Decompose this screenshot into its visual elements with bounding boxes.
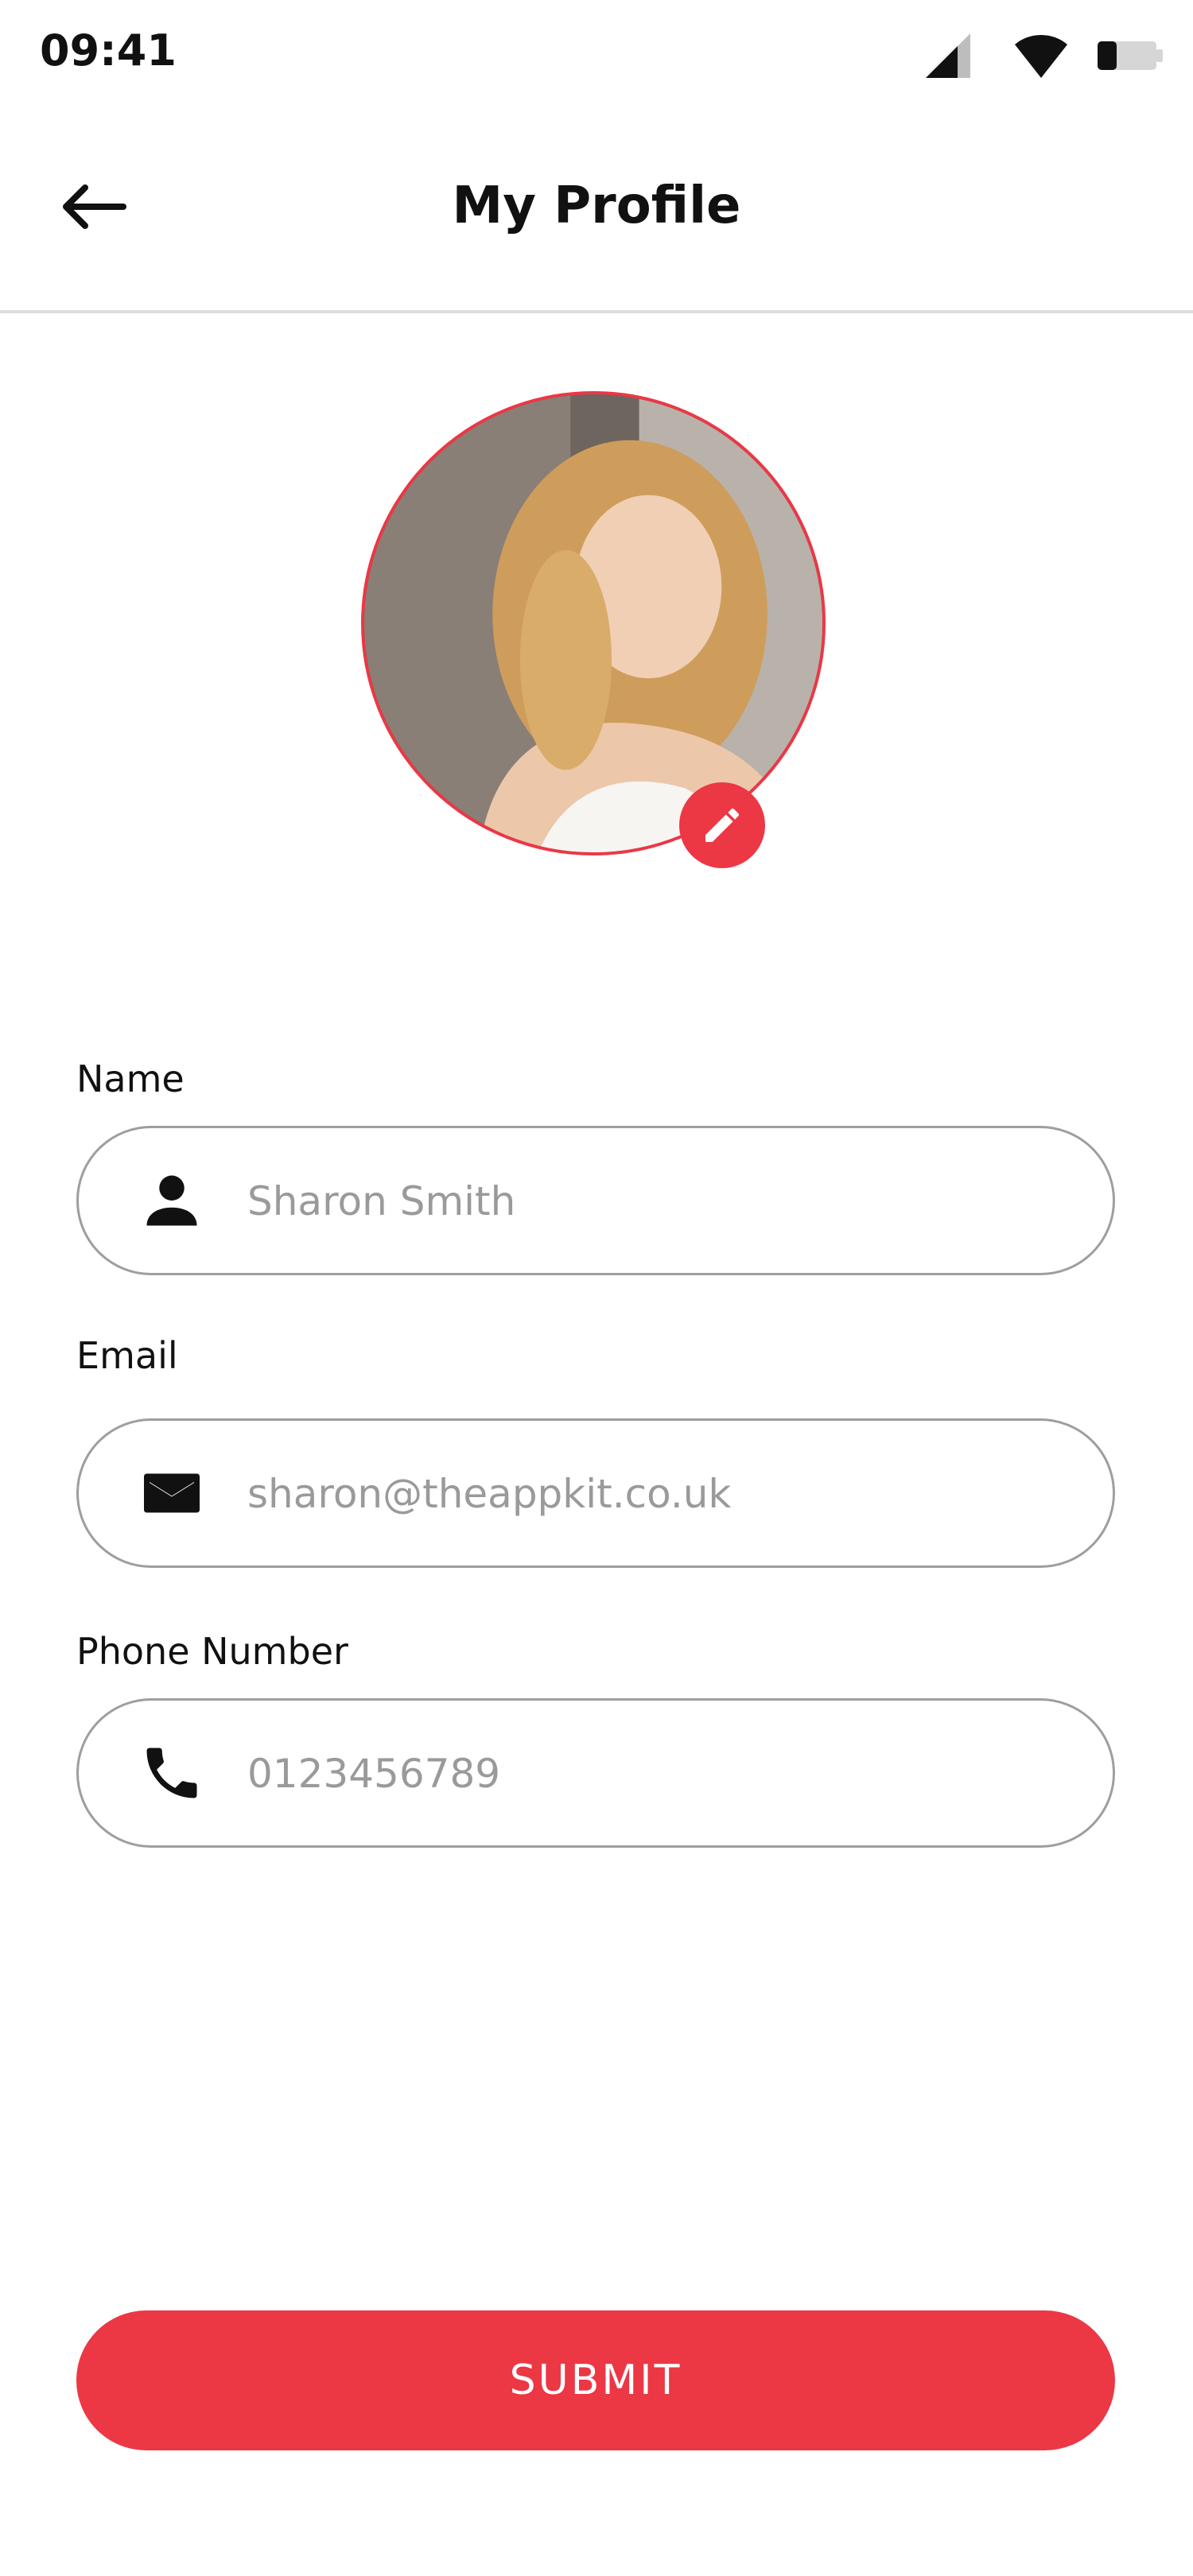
name-input[interactable] — [246, 1128, 1076, 1274]
submit-button[interactable]: SUBMIT — [76, 2310, 1115, 2450]
name-field[interactable] — [76, 1126, 1115, 1275]
app-header: My Profile — [0, 111, 1193, 313]
status-time: 09:41 — [40, 25, 177, 76]
status-bar: 09:41 — [0, 0, 1193, 111]
page-title: My Profile — [452, 177, 741, 235]
avatar-section — [361, 391, 830, 868]
edit-avatar-button[interactable] — [679, 782, 765, 868]
avatar[interactable] — [361, 391, 826, 855]
phone-label: Phone Number — [76, 1630, 348, 1673]
signal-icon — [926, 33, 970, 78]
battery-icon — [1098, 41, 1163, 70]
avatar-photo — [364, 394, 822, 852]
wifi-icon — [1015, 35, 1067, 78]
phone-field[interactable] — [76, 1698, 1115, 1848]
name-label: Name — [76, 1057, 185, 1100]
phone-icon — [146, 1748, 197, 1798]
email-input[interactable] — [246, 1421, 1076, 1567]
pencil-icon — [705, 808, 740, 842]
email-field[interactable] — [76, 1418, 1115, 1568]
mail-icon — [144, 1473, 200, 1513]
person-icon — [146, 1175, 197, 1226]
phone-input[interactable] — [246, 1701, 1076, 1847]
email-label: Email — [76, 1334, 178, 1377]
